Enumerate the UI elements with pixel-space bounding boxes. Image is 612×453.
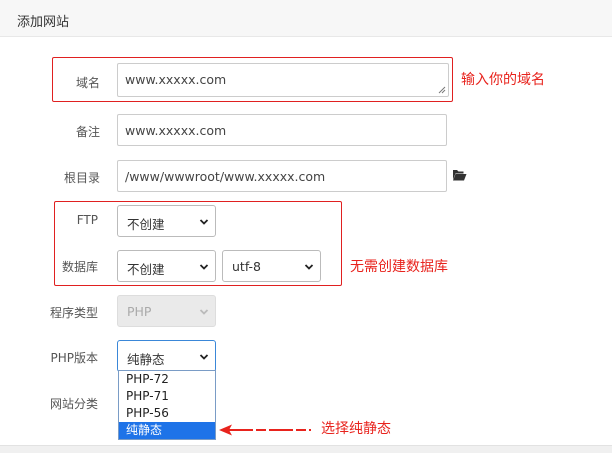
php-version-option[interactable]: PHP-72 (119, 371, 215, 388)
dialog-title: 添加网站 (17, 15, 70, 30)
php-version-option[interactable]: PHP-56 (119, 405, 215, 422)
database-charset-select[interactable]: utf-8 (222, 250, 321, 282)
dialog-footer (0, 445, 612, 453)
php-version-dropdown[interactable]: PHP-72 PHP-71 PHP-56 纯静态 (118, 370, 216, 440)
static-annotation: 选择纯静态 (321, 421, 391, 437)
chevron-down-icon (199, 264, 209, 270)
program-type-label: 程序类型 (49, 306, 98, 320)
database-label: 数据库 (61, 260, 98, 274)
arrow-left-icon (219, 424, 311, 436)
program-type-value: PHP (127, 304, 152, 319)
php-version-value: 纯静态 (127, 352, 165, 367)
chevron-down-icon (199, 354, 209, 360)
php-version-label: PHP版本 (50, 351, 99, 365)
remark-input-value: www.xxxxx.com (125, 123, 227, 138)
database-charset-value: utf-8 (232, 259, 262, 274)
root-dir-label: 根目录 (63, 171, 100, 185)
database-annotation: 无需创建数据库 (350, 259, 448, 275)
domain-annotation: 输入你的域名 (461, 72, 545, 88)
remark-label: 备注 (75, 125, 100, 139)
chevron-down-icon (199, 309, 209, 315)
domain-label: 域名 (75, 76, 100, 90)
database-select-value: 不创建 (127, 262, 165, 277)
site-category-label: 网站分类 (49, 397, 98, 411)
ftp-select[interactable]: 不创建 (117, 205, 216, 237)
php-version-option-selected[interactable]: 纯静态 (119, 422, 215, 439)
chevron-down-icon (304, 264, 314, 270)
resize-grip-icon[interactable] (438, 86, 446, 94)
ftp-select-value: 不创建 (127, 217, 165, 232)
dialog-header: 添加网站 (0, 0, 612, 37)
php-version-option[interactable]: PHP-71 (119, 388, 215, 405)
program-type-select: PHP (117, 295, 216, 327)
php-version-select[interactable]: 纯静态 (117, 340, 216, 372)
domain-input[interactable]: www.xxxxx.com (117, 63, 449, 97)
folder-open-icon[interactable] (452, 168, 467, 182)
chevron-down-icon (199, 219, 209, 225)
root-dir-input[interactable]: /www/wwwroot/www.xxxxx.com (117, 160, 447, 192)
domain-input-value: www.xxxxx.com (125, 72, 227, 87)
remark-input[interactable]: www.xxxxx.com (117, 114, 447, 146)
root-dir-input-value: /www/wwwroot/www.xxxxx.com (125, 169, 326, 184)
ftp-label: FTP (76, 213, 98, 227)
database-select[interactable]: 不创建 (117, 250, 216, 282)
